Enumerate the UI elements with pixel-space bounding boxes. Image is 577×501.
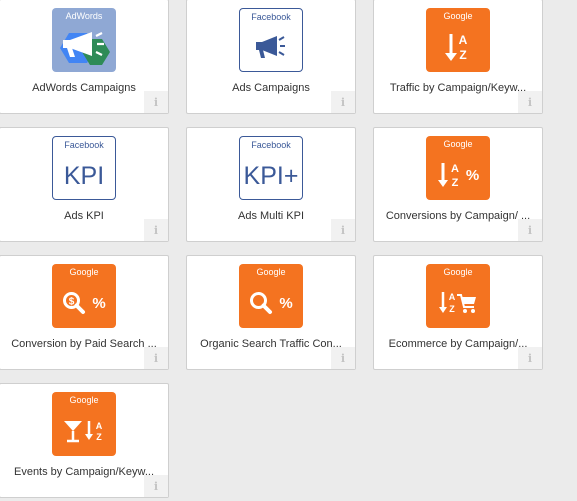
report-card-conversions-by-campaign[interactable]: Google A Z % Conversions by Campaign/ ..… (373, 127, 543, 242)
dollar-search-percent-icon: $ % (52, 278, 116, 328)
facebook-tile: Facebook KPI (52, 136, 116, 200)
info-icon[interactable]: i (144, 91, 168, 113)
info-icon[interactable]: i (144, 475, 168, 497)
info-icon[interactable]: i (331, 91, 355, 113)
brand-label: Google (443, 11, 473, 21)
report-card-ads-campaigns[interactable]: Facebook Ads Campaigns i (186, 0, 356, 114)
brand-label: Google (69, 267, 99, 277)
adwords-megaphone-icon (52, 22, 116, 72)
kpi-icon-text: KPI (63, 161, 105, 190)
google-tile: Google A Z % (426, 136, 490, 200)
info-icon[interactable]: i (331, 219, 355, 241)
info-icon[interactable]: i (518, 219, 542, 241)
brand-label: AdWords (65, 11, 103, 21)
percent-glyph: % (465, 166, 480, 184)
percent-glyph: % (92, 294, 106, 312)
report-card-conversion-by-paid-search[interactable]: Google $ % Conversion by Paid Search ...… (0, 255, 169, 370)
report-card-ecommerce-by-campaign[interactable]: Google A Z Ecommerce by Campaign/... i (373, 255, 543, 370)
report-card-ads-multi-kpi[interactable]: Facebook KPI+ Ads Multi KPI i (186, 127, 356, 242)
brand-label: Facebook (64, 140, 104, 150)
cocktail-sort-az-icon: A Z (52, 406, 116, 456)
card-caption: Events by Campaign/Keyw... (13, 466, 154, 478)
brand-label: Google (443, 139, 473, 149)
google-tile: Google $ % (52, 264, 116, 328)
report-card-ads-kpi[interactable]: Facebook KPI Ads KPI i (0, 127, 169, 242)
info-icon[interactable]: i (331, 347, 355, 369)
svg-text:A: A (459, 33, 468, 47)
facebook-tile: Facebook (239, 8, 303, 72)
sort-az-icon: A Z (426, 22, 490, 72)
brand-label: Google (256, 267, 286, 277)
report-card-organic-search-traffic[interactable]: Google % Organic Search Traffic Con... i (186, 255, 356, 370)
brand-label: Google (69, 395, 99, 405)
kpi-plus-icon-text: KPI+ (243, 161, 299, 190)
svg-text:Z: Z (459, 48, 466, 62)
adwords-tile: AdWords (52, 8, 116, 72)
card-caption: Ads KPI (64, 210, 104, 222)
report-card-events-by-campaign[interactable]: Google A Z Events by Campaign/Keyw... i (0, 383, 169, 498)
brand-label: Google (443, 267, 473, 277)
brand-label: Facebook (251, 140, 291, 150)
kpi-icon: KPI (53, 151, 115, 199)
svg-text:Z: Z (451, 177, 458, 189)
card-caption: Conversions by Campaign/ ... (385, 210, 531, 222)
card-caption: Ads Campaigns (232, 82, 310, 94)
svg-text:A: A (96, 421, 103, 431)
report-card-traffic-by-campaign[interactable]: Google A Z Traffic by Campaign/Keyw... i (373, 0, 543, 114)
info-icon[interactable]: i (144, 219, 168, 241)
google-tile: Google A Z (426, 8, 490, 72)
report-card-adwords-campaigns[interactable]: AdWords AdWords Campaigns i (0, 0, 169, 114)
card-caption: Ecommerce by Campaign/... (388, 338, 528, 350)
card-caption: AdWords Campaigns (32, 82, 136, 94)
card-caption: Conversion by Paid Search ... (11, 338, 157, 350)
info-icon[interactable]: i (518, 347, 542, 369)
svg-text:$: $ (69, 297, 75, 308)
svg-text:Z: Z (96, 432, 102, 442)
card-caption: Ads Multi KPI (237, 210, 305, 222)
google-tile: Google % (239, 264, 303, 328)
sort-az-percent-icon: A Z % (426, 150, 490, 200)
percent-glyph: % (279, 294, 293, 312)
kpi-plus-icon: KPI+ (240, 151, 302, 199)
svg-text:Z: Z (449, 304, 455, 314)
search-percent-icon: % (239, 278, 303, 328)
facebook-tile: Facebook KPI+ (239, 136, 303, 200)
svg-text:A: A (449, 292, 456, 302)
megaphone-icon (240, 23, 302, 71)
card-caption: Traffic by Campaign/Keyw... (389, 82, 527, 94)
google-tile: Google A Z (426, 264, 490, 328)
info-icon[interactable]: i (518, 91, 542, 113)
sort-az-cart-icon: A Z (426, 278, 490, 328)
google-tile: Google A Z (52, 392, 116, 456)
card-caption: Organic Search Traffic Con... (200, 338, 342, 350)
info-icon[interactable]: i (144, 347, 168, 369)
svg-text:A: A (451, 163, 459, 175)
brand-label: Facebook (251, 12, 291, 22)
